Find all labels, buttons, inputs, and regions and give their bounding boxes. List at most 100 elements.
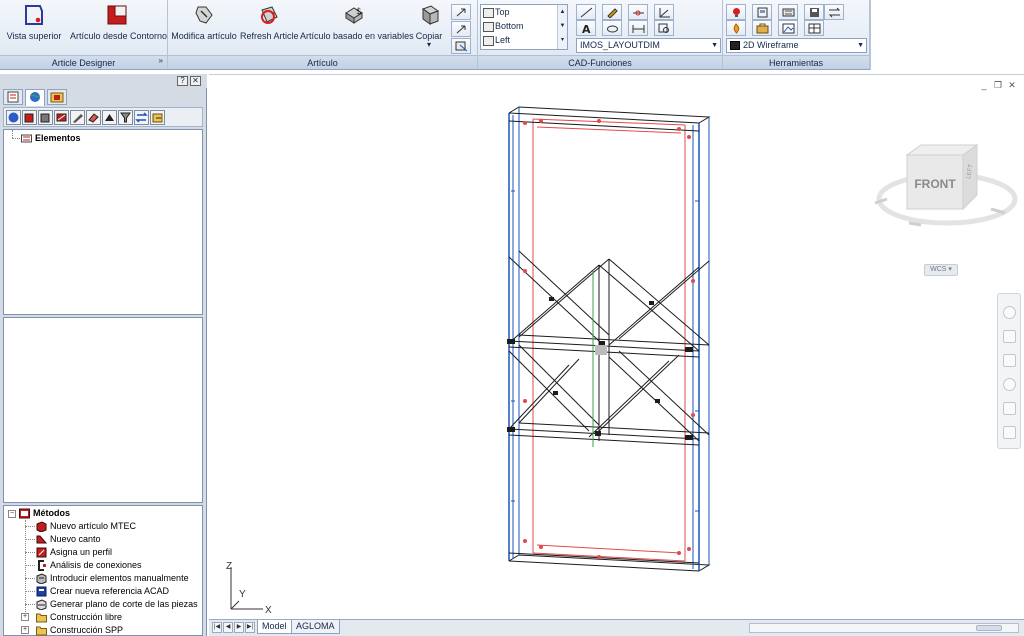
angle-tool-button[interactable]	[654, 4, 674, 20]
navbar-options-icon[interactable]	[1003, 426, 1016, 439]
tree-node-metodos[interactable]: Métodos	[19, 507, 70, 520]
pick-arrow-button-1[interactable]	[451, 4, 471, 20]
lightbulb-button[interactable]	[726, 4, 746, 20]
filter-icon[interactable]	[118, 110, 133, 125]
view-list[interactable]: Top Bottom Left ▲ ▼ ▾	[480, 4, 568, 50]
articulo-basado-en-variables-button[interactable]: $ Artículo basado en variables	[300, 3, 414, 53]
properties-button[interactable]	[778, 4, 798, 20]
method-nuevo-canto[interactable]: Nuevo canto	[36, 533, 101, 546]
next-tab-button[interactable]: ▶	[234, 622, 244, 633]
horizontal-scrollbar-thumb[interactable]	[976, 625, 1002, 631]
tab-agloma[interactable]: AGLOMA	[291, 620, 340, 634]
view-item-top[interactable]: Top	[481, 5, 567, 19]
visual-style-dropdown-icon[interactable]: ▼	[857, 39, 864, 52]
line-tool-button[interactable]	[576, 4, 596, 20]
table-button[interactable]	[804, 20, 824, 36]
export-icon[interactable]	[150, 110, 165, 125]
folder-construccion-libre[interactable]: Construcción libre	[36, 611, 122, 624]
dimension-tool-button[interactable]	[628, 20, 648, 36]
panel-close-button[interactable]: ✕	[190, 76, 201, 86]
toolbox-button[interactable]	[752, 20, 772, 36]
panel-title-bar: ? ✕	[0, 74, 207, 88]
view-list-scrollbar[interactable]: ▲ ▼ ▾	[557, 5, 567, 49]
wireframe-model	[507, 106, 711, 572]
help-button[interactable]: ?	[177, 76, 188, 86]
copiar-dropdown-icon[interactable]: ▾	[412, 41, 446, 49]
method-nuevo-articulo-mtec[interactable]: Nuevo artículo MTEC	[36, 520, 136, 533]
exchange-button[interactable]	[824, 4, 844, 20]
edge-icon[interactable]	[54, 110, 69, 125]
eraser-icon[interactable]	[86, 110, 101, 125]
swap-icon[interactable]	[134, 110, 149, 125]
tab-folder[interactable]	[47, 89, 67, 105]
group-label-cad-funciones: CAD-Funciones	[478, 55, 722, 69]
viewport-restore-button[interactable]: ❐	[993, 81, 1003, 91]
visual-style-combo[interactable]: 2D Wireframe ▼	[726, 38, 867, 53]
layer-icon	[757, 7, 768, 18]
tab-model[interactable]: Model	[257, 620, 292, 634]
last-tab-button[interactable]: ▶|	[245, 622, 255, 633]
articulo-contorno-icon	[107, 5, 127, 25]
panel-toolbar	[3, 107, 203, 127]
tree-node-elementos[interactable]: Elementos	[21, 132, 81, 145]
modifica-articulo-button[interactable]: Modifica artículo	[171, 3, 237, 53]
metodos-collapse-toggle[interactable]: −	[8, 510, 16, 518]
pencil-tool-button[interactable]	[602, 4, 622, 20]
view-item-left[interactable]: Left	[481, 33, 567, 47]
viewport-minimize-button[interactable]: _	[979, 81, 989, 91]
tab-globe[interactable]	[25, 89, 45, 106]
select-objects-button[interactable]	[451, 38, 471, 54]
group-label-articulo: Artículo	[168, 55, 477, 69]
grey-cube-icon[interactable]	[38, 110, 53, 125]
dimstyle-combo[interactable]: IMOS_LAYOUTDIM ▼	[576, 38, 721, 53]
layout-tabs-bar: |◀ ◀ ▶ ▶| Model AGLOMA	[209, 619, 1024, 636]
wcs-menu[interactable]: WCS ▾	[924, 264, 958, 276]
method-analisis-de-conexiones[interactable]: Análisis de conexiones	[36, 559, 142, 572]
method-asigna-un-perfil[interactable]: Asigna un perfil	[36, 546, 112, 559]
steering-wheel-icon[interactable]	[1003, 306, 1016, 319]
method-crear-nueva-referencia-acad[interactable]: Crear nueva referencia ACAD	[36, 585, 169, 598]
blue-sphere-icon[interactable]	[6, 110, 21, 125]
save-button[interactable]	[804, 4, 824, 20]
prev-tab-button[interactable]: ◀	[223, 622, 233, 633]
first-tab-button[interactable]: |◀	[212, 622, 222, 633]
viewport-close-button[interactable]: ✕	[1007, 81, 1017, 91]
method-generar-plano-de-corte[interactable]: Generar plano de corte de las piezas	[36, 598, 198, 611]
articulo-desde-contorno-button[interactable]: Artículo desde Contorno	[70, 3, 167, 53]
construccion-spp-expand-toggle[interactable]: +	[21, 626, 29, 634]
orbit-icon[interactable]	[1003, 378, 1016, 391]
copiar-button[interactable]: Copiar ▾	[412, 3, 446, 53]
construccion-libre-expand-toggle[interactable]: +	[21, 613, 29, 621]
group-expander-icon[interactable]: »	[159, 54, 163, 68]
analisis-conexiones-icon	[38, 560, 46, 571]
articulo-variables-icon: $	[345, 7, 363, 24]
brush-icon[interactable]	[70, 110, 85, 125]
dimstyle-dropdown-icon[interactable]: ▼	[711, 39, 718, 52]
tab-list[interactable]	[3, 89, 23, 105]
folder-construccion-spp[interactable]: Construcción SPP	[36, 624, 123, 636]
text-tool-button[interactable]: A	[576, 20, 596, 36]
vista-superior-button[interactable]: Vista superior	[4, 3, 64, 53]
red-cube-icon[interactable]	[22, 110, 37, 125]
refresh-article-button[interactable]: Refresh Article	[240, 3, 299, 53]
showmotion-icon[interactable]	[1003, 402, 1016, 415]
pick-arrow-button-2[interactable]	[451, 21, 471, 37]
ucs-x-label: X	[265, 605, 272, 615]
polyline-tool-button[interactable]	[628, 4, 648, 20]
render-button[interactable]	[778, 20, 798, 36]
method-introducir-elementos-manualmente[interactable]: Introducir elementos manualmente	[36, 572, 189, 585]
save-icon	[810, 8, 819, 17]
viewcube[interactable]: FRONT LEFT	[869, 137, 1019, 241]
zoom-extents-icon[interactable]	[1003, 354, 1016, 367]
visual-style-icon	[730, 41, 740, 50]
drawing-viewport[interactable]: _ ❐ ✕ FRONT LEFT WCS ▾ Z Y X	[209, 74, 1024, 620]
flame-button[interactable]	[726, 20, 746, 36]
revcloud-tool-button[interactable]	[602, 20, 622, 36]
svg-text:A: A	[582, 23, 591, 34]
pan-hand-icon[interactable]	[1003, 330, 1016, 343]
layer-button[interactable]	[752, 4, 772, 20]
horizontal-scrollbar[interactable]	[749, 623, 1019, 633]
view-item-bottom[interactable]: Bottom	[481, 19, 567, 33]
triangle-up-icon[interactable]	[102, 110, 117, 125]
zoom-tool-button[interactable]	[654, 20, 674, 36]
